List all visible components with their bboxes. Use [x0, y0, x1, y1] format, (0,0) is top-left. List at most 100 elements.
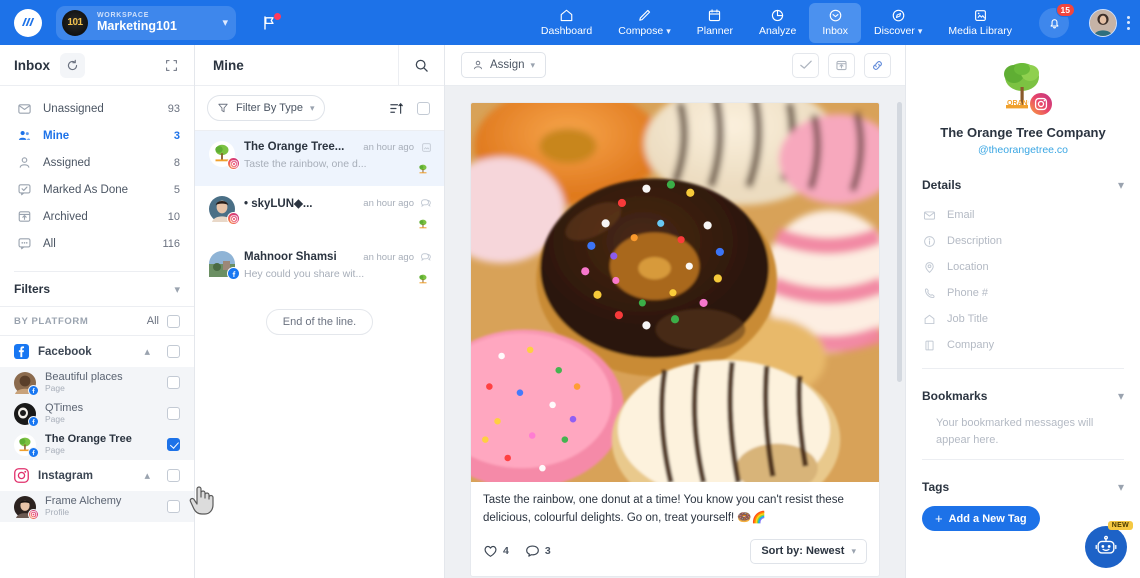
conversation-name: • skyLUN◆...: [244, 198, 313, 210]
nav-item-planner[interactable]: Planner: [684, 3, 746, 43]
post-scrollbar-thumb[interactable]: [897, 102, 902, 382]
expand-icon: [165, 59, 177, 71]
account-type: Page: [45, 382, 65, 393]
map-pin-icon: [922, 260, 936, 274]
list-item[interactable]: Mahnoor Shamsi an hour ago Hey could you…: [195, 241, 444, 296]
detail-row-description[interactable]: Description: [906, 228, 1140, 254]
select-all-conversations-checkbox[interactable]: [417, 101, 430, 115]
add-new-tag-label: Add a New Tag: [948, 512, 1027, 525]
chevron-down-icon: ▾: [222, 17, 228, 29]
instagram-badge: [1028, 91, 1054, 117]
like-stat[interactable]: 4: [483, 544, 509, 558]
chevron-down-icon: ▾: [310, 102, 315, 113]
nav-item-media-library[interactable]: Media Library: [935, 3, 1025, 43]
sidebar-item-marked-as-done[interactable]: Marked As Done 5: [0, 176, 194, 203]
folder-count: 5: [173, 183, 180, 196]
sort-comments-dropdown[interactable]: Sort by: Newest ▾: [750, 538, 867, 564]
sidebar-item-unassigned[interactable]: Unassigned 93: [0, 95, 194, 122]
detail-row-job-title[interactable]: Job Title: [906, 306, 1140, 332]
details-section-header[interactable]: Details ▾: [906, 168, 1140, 202]
detail-label: Job Title: [947, 313, 988, 325]
chatbot-button[interactable]: NEW: [1085, 521, 1133, 568]
detail-row-email[interactable]: Email: [906, 202, 1140, 228]
platform-group-instagram[interactable]: Instagram ▴: [0, 460, 194, 491]
facebook-badge: [28, 446, 39, 458]
pencil-icon: [639, 9, 651, 21]
list-item[interactable]: • skyLUN◆... an hour ago: [195, 186, 444, 241]
account-item-beautiful-places[interactable]: Beautiful places Page: [0, 367, 194, 398]
conversation-avatar: [209, 251, 240, 280]
chevron-down-icon: ▾: [666, 25, 671, 36]
home-icon: [560, 9, 573, 22]
account-item-the-orange-tree[interactable]: The Orange Tree Page: [0, 429, 194, 460]
avatar[interactable]: [1089, 8, 1117, 37]
archive-button[interactable]: [828, 52, 855, 78]
check-chat-icon: [16, 182, 32, 198]
folder-count: 8: [173, 156, 180, 169]
account-checkbox[interactable]: [167, 376, 180, 389]
filters-section-header[interactable]: Filters ▾: [0, 272, 194, 306]
profile-handle[interactable]: @theorangetree.co: [922, 144, 1124, 156]
account-item-qtimes[interactable]: QTimes Page: [0, 398, 194, 429]
tags-section-header[interactable]: Tags ▾: [906, 470, 1140, 504]
folder-label: Assigned: [43, 156, 91, 169]
brand-logo[interactable]: [0, 8, 56, 37]
sidebar-item-mine[interactable]: Mine 3: [0, 122, 194, 149]
nav-item-discover[interactable]: Discover ▾: [861, 3, 935, 43]
account-checkbox[interactable]: [167, 407, 180, 420]
all-platforms-checkbox[interactable]: [167, 314, 180, 328]
copy-link-button[interactable]: [864, 52, 891, 78]
account-checkbox[interactable]: [167, 500, 180, 513]
assign-dropdown[interactable]: Assign ▾: [461, 52, 547, 78]
add-new-tag-button[interactable]: + Add a New Tag: [922, 506, 1040, 532]
notifications-button[interactable]: 15: [1039, 2, 1075, 38]
account-checkbox[interactable]: [167, 438, 180, 451]
platform-checkbox-instagram[interactable]: [167, 469, 180, 482]
chevron-down-icon: ▾: [851, 545, 856, 556]
platform-checkbox-facebook[interactable]: [167, 345, 180, 358]
search-button[interactable]: [398, 44, 444, 86]
list-item[interactable]: The Orange Tree... an hour ago Taste the…: [195, 131, 444, 186]
nav-item-compose[interactable]: Compose ▾: [605, 3, 683, 43]
message-detail-column: Assign ▾ Taste the rainbow, one donut at…: [445, 45, 905, 578]
phone-icon: [922, 286, 936, 300]
nav-label-analyze: Analyze: [758, 25, 797, 37]
sidebar-item-assigned[interactable]: Assigned 8: [0, 149, 194, 176]
account-item-frame-alchemy[interactable]: Frame Alchemy Profile: [0, 491, 194, 522]
platform-group-facebook[interactable]: Facebook ▴: [0, 336, 194, 367]
facebook-badge: [227, 267, 240, 280]
detail-row-phone[interactable]: Phone #: [906, 280, 1140, 306]
nav-item-dashboard[interactable]: Dashboard: [528, 3, 605, 43]
contact-details-panel: ORANGE The Orange Tree Company @theorang…: [905, 45, 1140, 578]
account-avatar: [14, 371, 39, 396]
post-caption: Taste the rainbow, one donut at a time! …: [483, 494, 844, 524]
workspace-selector[interactable]: 101 WORKSPACE Marketing101 ▾: [56, 5, 236, 40]
filter-by-type-dropdown[interactable]: Filter By Type ▾: [207, 95, 325, 121]
funnel-icon: [218, 103, 228, 113]
person-icon: [16, 155, 32, 171]
sort-button[interactable]: [387, 99, 405, 117]
filter-by-type-label: Filter By Type: [236, 102, 304, 114]
refresh-button[interactable]: [60, 52, 85, 78]
detail-row-location[interactable]: Location: [906, 254, 1140, 280]
person-icon: [474, 60, 482, 70]
post-scrollbar[interactable]: [897, 102, 902, 578]
nav-item-analyze[interactable]: Analyze: [746, 3, 809, 43]
sidebar-item-archived[interactable]: Archived 10: [0, 203, 194, 230]
sidebar-item-all[interactable]: All 116: [0, 230, 194, 257]
comment-stat[interactable]: 3: [525, 544, 551, 558]
account-type: Profile: [45, 506, 70, 517]
bookmarks-section-header[interactable]: Bookmarks ▾: [906, 379, 1140, 413]
facebook-badge: [28, 384, 39, 396]
kebab-menu-icon[interactable]: [1127, 15, 1130, 30]
nav-label-discover: Discover: [874, 25, 915, 37]
account-avatar: [14, 433, 39, 458]
nav-item-inbox[interactable]: Inbox: [809, 2, 861, 43]
detail-row-company[interactable]: Company: [906, 332, 1140, 358]
conversation-account-icon: [416, 163, 430, 177]
flag-button[interactable]: [258, 12, 281, 34]
workspace-avatar: 101: [62, 9, 88, 36]
panel-divider: [922, 368, 1124, 369]
mark-as-done-button[interactable]: [792, 52, 819, 78]
expand-button[interactable]: [162, 56, 180, 74]
